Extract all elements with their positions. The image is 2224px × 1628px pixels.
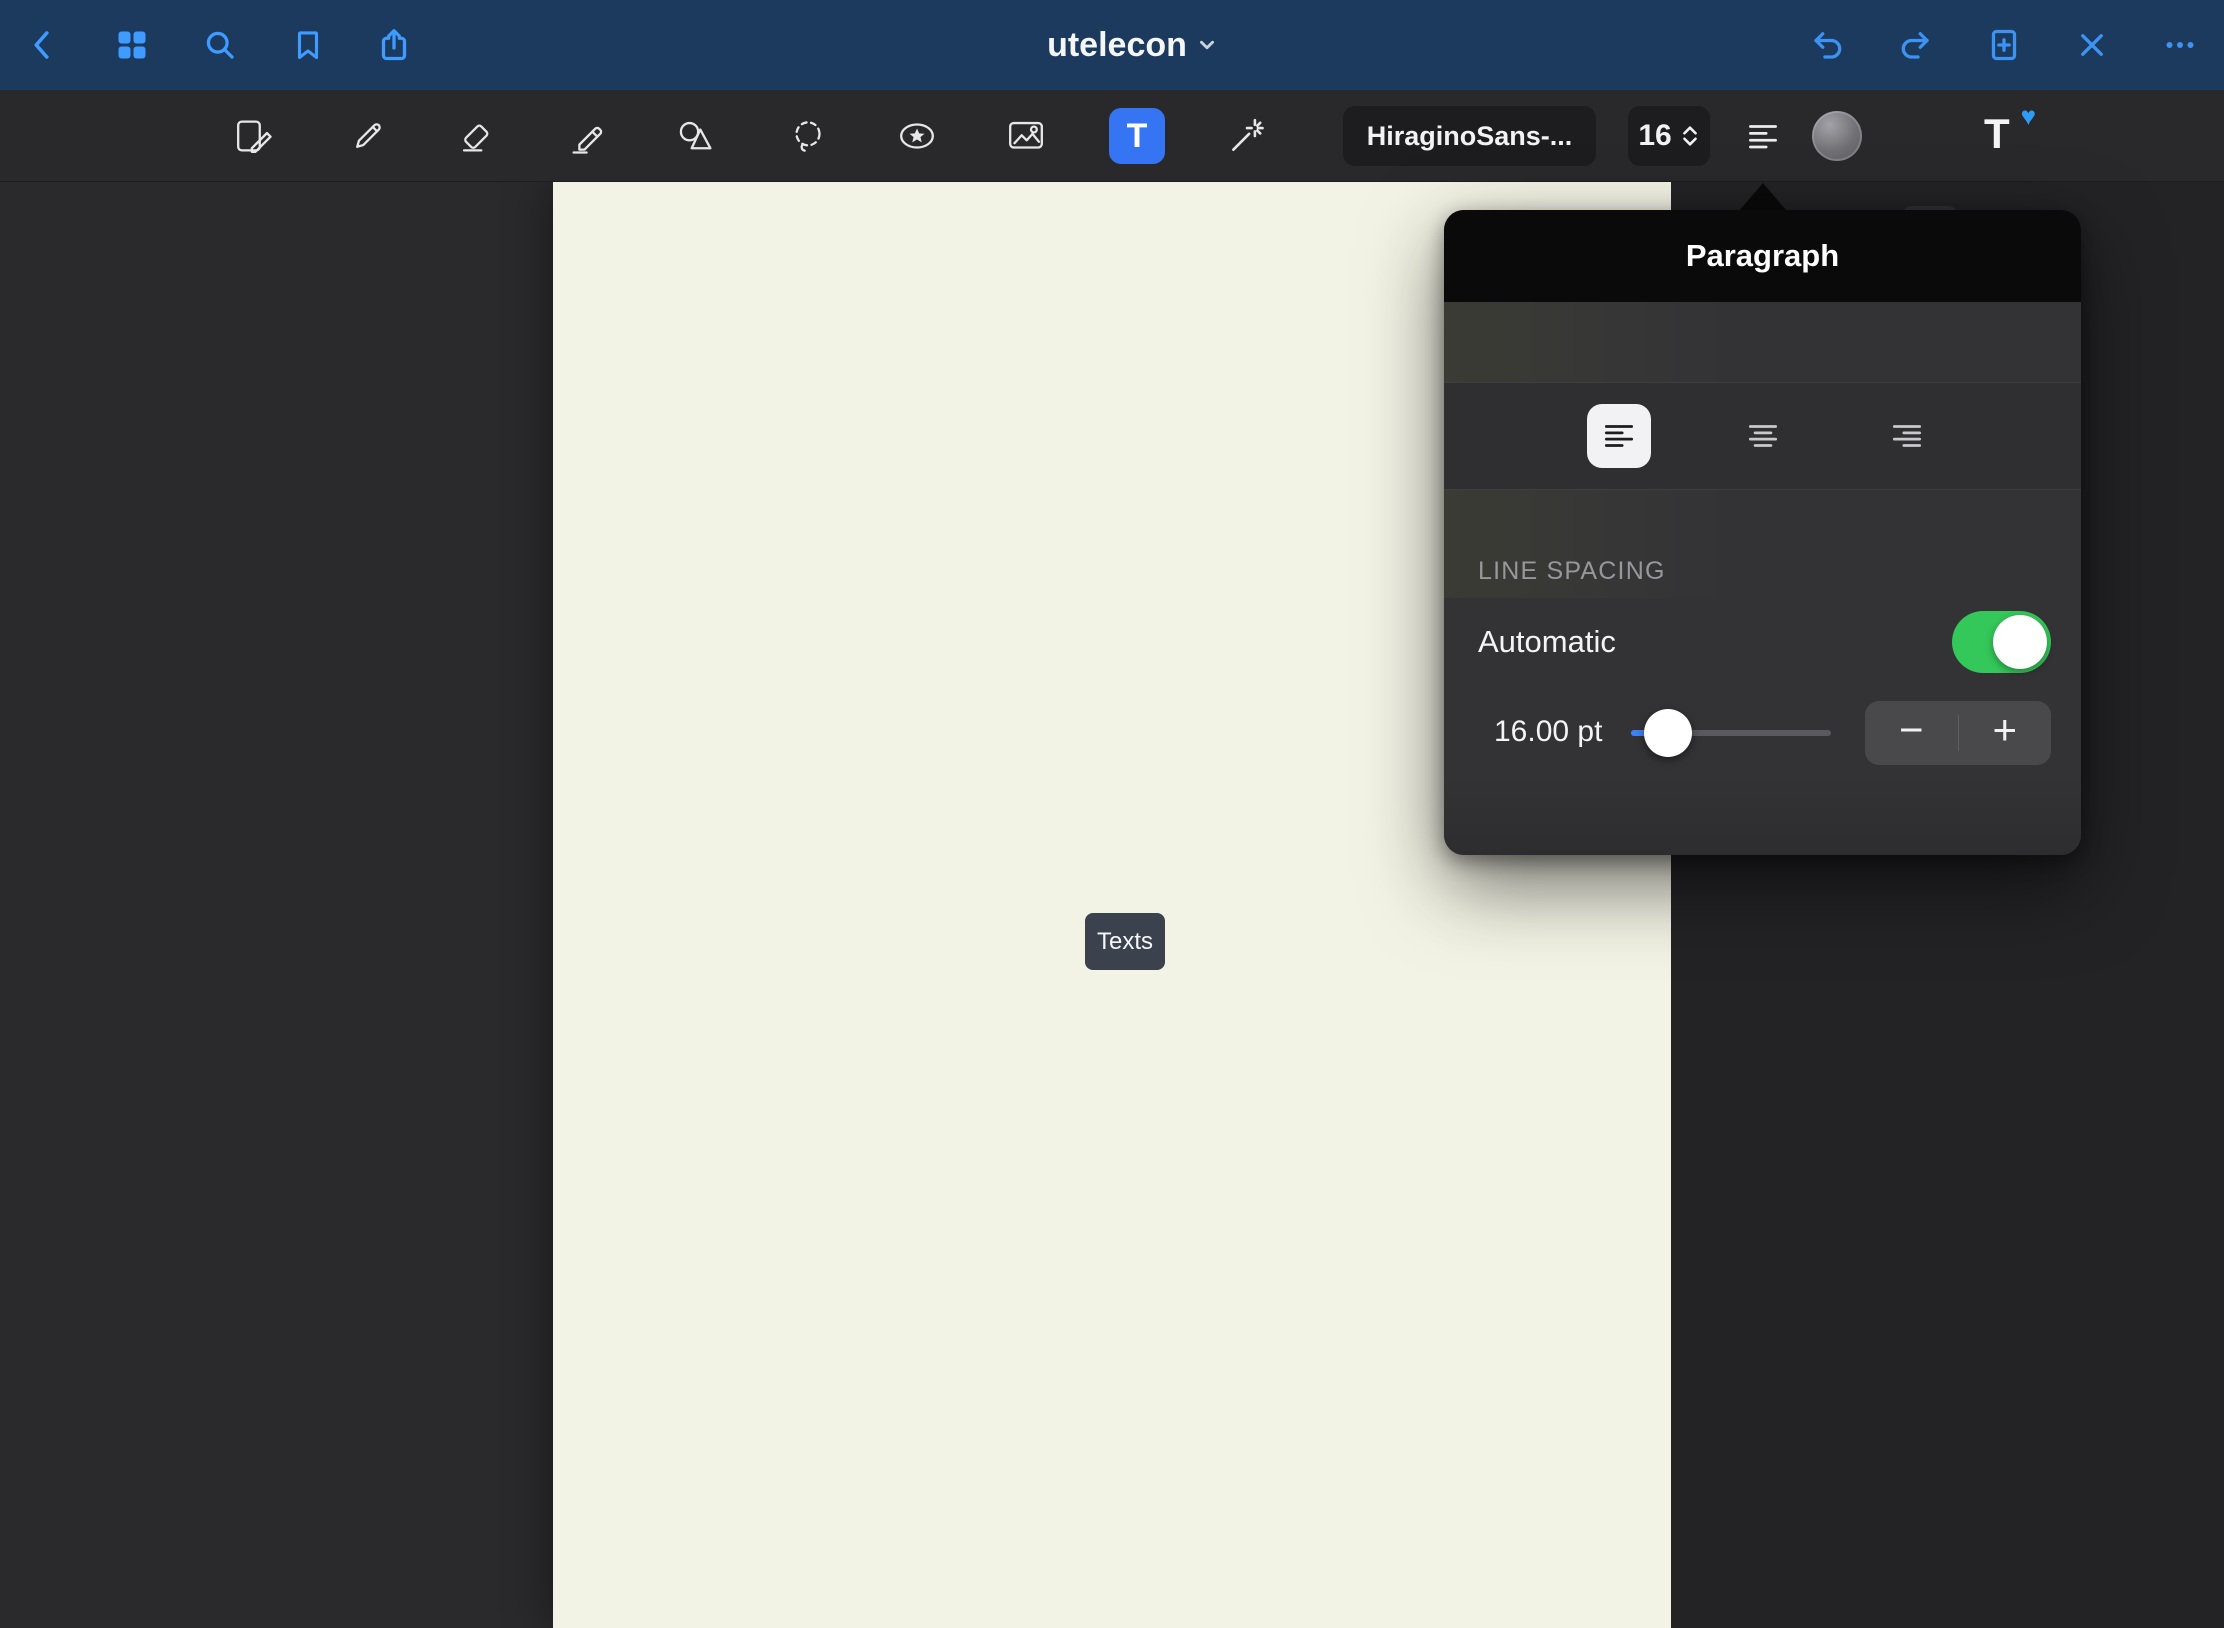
highlighter-icon [565, 113, 611, 159]
add-page-button[interactable] [1982, 23, 2026, 67]
text-style-icon: T [1984, 113, 2010, 155]
share-button[interactable] [372, 23, 416, 67]
align-left-icon [1600, 417, 1638, 455]
toggle-knob [1993, 615, 2047, 669]
document-title-button[interactable]: utelecon [1012, 0, 1252, 90]
popover-title: Paragraph [1686, 238, 1839, 274]
pen-icon [345, 113, 391, 159]
text-color-swatch-button[interactable] [1812, 111, 1862, 161]
laser-pointer-icon [1224, 113, 1270, 159]
popover-spacer-top [1444, 302, 2081, 382]
tool-highlighter[interactable] [560, 108, 616, 164]
line-spacing-slider[interactable] [1631, 686, 1831, 778]
bookmark-button[interactable] [286, 23, 330, 67]
back-button[interactable] [21, 23, 65, 67]
align-center-option[interactable] [1731, 404, 1795, 468]
automatic-row: Automatic [1444, 598, 2081, 686]
image-icon [1003, 113, 1049, 159]
align-right-option[interactable] [1875, 404, 1939, 468]
line-spacing-section: LINE SPACING [1444, 490, 2081, 598]
popover-spacer-bottom [1444, 778, 2081, 855]
app-screen: utelecon [0, 0, 2224, 1628]
tool-text[interactable]: T [1109, 108, 1165, 164]
text-object[interactable]: Texts [1085, 913, 1165, 970]
tool-stickers[interactable] [889, 108, 945, 164]
paragraph-alignment-button[interactable] [1733, 106, 1793, 166]
document-title: utelecon [1047, 26, 1187, 65]
add-page-icon [1986, 27, 2022, 63]
font-family-label: HiraginoSans-... [1367, 121, 1573, 152]
tool-shapes[interactable] [668, 108, 724, 164]
back-chevron-icon [25, 27, 61, 63]
automatic-toggle[interactable] [1952, 611, 2051, 673]
redo-icon [1897, 27, 1933, 63]
text-object-label: Texts [1097, 928, 1153, 956]
spacing-value-row: 16.00 pt − + [1444, 686, 2081, 778]
popover-arrow [1739, 183, 1787, 211]
stickers-icon [894, 113, 940, 159]
popover-header: Paragraph [1444, 210, 2081, 302]
stepper-chevrons-icon [1680, 123, 1700, 149]
align-left-icon [1742, 115, 1784, 157]
search-icon [202, 27, 238, 63]
increase-spacing-button[interactable]: + [1959, 701, 2052, 765]
undo-icon [1810, 27, 1846, 63]
more-button[interactable] [2158, 23, 2202, 67]
text-style-favorite-button[interactable]: T ♥ [1972, 103, 2038, 169]
page-pen-mode-icon [231, 113, 277, 159]
align-center-icon [1744, 417, 1782, 455]
bookmark-icon [291, 28, 325, 62]
tool-eraser[interactable] [449, 108, 505, 164]
decrease-spacing-button[interactable]: − [1865, 701, 1958, 765]
eraser-icon [454, 113, 500, 159]
font-size-stepper[interactable]: 16 [1628, 106, 1710, 166]
align-right-icon [1888, 417, 1926, 455]
minus-icon: − [1899, 706, 1924, 753]
more-ellipsis-icon [2162, 27, 2198, 63]
close-icon [2075, 28, 2109, 62]
tool-page-pen-mode[interactable] [226, 108, 282, 164]
tool-image[interactable] [998, 108, 1054, 164]
thumbnails-button[interactable] [110, 23, 154, 67]
lasso-icon [785, 113, 831, 159]
align-left-option[interactable] [1587, 404, 1651, 468]
tool-laser-pointer[interactable] [1219, 108, 1275, 164]
search-button[interactable] [198, 23, 242, 67]
plus-icon: + [1992, 706, 2017, 753]
font-size-value: 16 [1638, 119, 1671, 153]
font-family-button[interactable]: HiraginoSans-... [1343, 106, 1596, 166]
automatic-label: Automatic [1478, 624, 1616, 660]
close-button[interactable] [2070, 23, 2114, 67]
spacing-stepper: − + [1865, 701, 2051, 765]
tool-lasso[interactable] [780, 108, 836, 164]
text-tool-icon: T [1127, 119, 1148, 153]
chevron-down-icon [1197, 35, 1217, 55]
redo-button[interactable] [1893, 23, 1937, 67]
slider-thumb[interactable] [1644, 709, 1692, 757]
grid-thumbnails-icon [114, 27, 150, 63]
tool-pen[interactable] [340, 108, 396, 164]
toolbar: T HiraginoSans-... 16 T ♥ [0, 90, 2224, 182]
paragraph-popover: Paragraph LINE SPACING Automatic 16 [1444, 210, 2081, 855]
heart-icon: ♥ [2021, 103, 2036, 129]
share-icon [376, 27, 412, 63]
shapes-icon [673, 113, 719, 159]
alignment-row [1444, 383, 2081, 489]
undo-button[interactable] [1806, 23, 1850, 67]
line-spacing-section-label: LINE SPACING [1478, 557, 1666, 586]
navbar: utelecon [0, 0, 2224, 90]
spacing-value: 16.00 pt [1494, 715, 1602, 749]
